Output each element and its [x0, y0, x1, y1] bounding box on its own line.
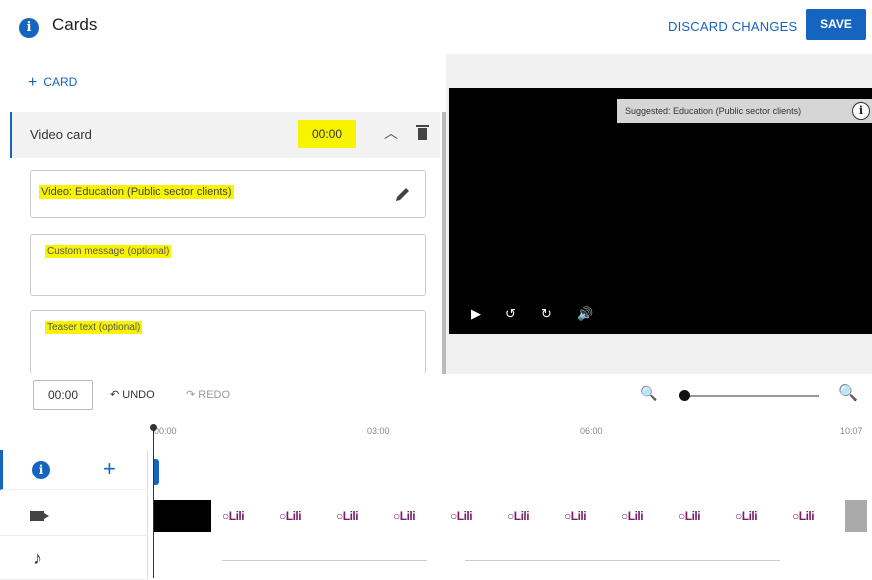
- timeline-end-handle[interactable]: [845, 500, 867, 532]
- thumbnail-logo: ○Lili: [678, 509, 701, 523]
- video-thumbnail: ○Lili: [668, 500, 725, 532]
- thumbnail-logo: ○Lili: [564, 509, 587, 523]
- thumbnail-logo: ○Lili: [507, 509, 530, 523]
- video-thumbnail: ○Lili: [440, 500, 497, 532]
- card-editor-panel: + CARD Video card 00:00 ︿ Video: Educatio…: [0, 54, 446, 374]
- zoom-slider-track[interactable]: [683, 395, 819, 397]
- audio-waveform: [465, 560, 780, 561]
- thumbnail-logo: ○Lili: [222, 509, 245, 523]
- redo-button[interactable]: ↷ REDO: [186, 388, 230, 401]
- thumbnail-logo: ○Lili: [450, 509, 473, 523]
- add-card-plus-icon[interactable]: +: [103, 456, 116, 482]
- video-thumbnail: [154, 500, 211, 532]
- plus-icon: +: [28, 74, 38, 91]
- custom-message-placeholder: Custom message (optional): [45, 245, 172, 258]
- card-type-label: Video card: [30, 127, 92, 142]
- thumbnail-logo: ○Lili: [279, 509, 302, 523]
- video-thumbnail: ○Lili: [383, 500, 440, 532]
- rewind-icon[interactable]: ↺: [505, 306, 516, 322]
- page-title: Cards: [52, 15, 98, 34]
- track-labels: i + ♪: [0, 450, 148, 580]
- undo-button[interactable]: ↶ UNDO: [110, 388, 155, 401]
- card-teaser-overlay[interactable]: Suggested: Education (Public sector clie…: [617, 99, 872, 123]
- video-player[interactable]: Suggested: Education (Public sector clie…: [449, 88, 872, 334]
- video-thumbnail: ○Lili: [326, 500, 383, 532]
- header-bar: i Cards DISCARD CHANGES SAVE: [0, 0, 872, 54]
- video-thumbnail: ○Lili: [212, 500, 269, 532]
- video-camera-icon: [30, 511, 49, 521]
- zoom-in-icon[interactable]: 🔍: [838, 383, 858, 403]
- play-icon[interactable]: ▶: [471, 306, 481, 322]
- timeline-toolbar: 00:00 ↶ UNDO ↷ REDO 🔍 🔍: [0, 374, 872, 420]
- video-field-value: Video: Education (Public sector clients): [39, 185, 234, 199]
- video-thumbnail: ○Lili: [497, 500, 554, 532]
- card-time-input[interactable]: 00:00: [298, 120, 356, 148]
- card-teaser-text: Suggested: Education (Public sector clie…: [625, 106, 802, 116]
- ruler-tick: 10:07: [840, 426, 863, 436]
- playhead-line[interactable]: [153, 424, 154, 578]
- video-thumbnail: ○Lili: [782, 500, 839, 532]
- music-note-icon: ♪: [33, 548, 42, 568]
- discard-changes-button[interactable]: DISCARD CHANGES: [668, 19, 797, 34]
- volume-icon[interactable]: 🔊: [577, 306, 593, 322]
- thumbnail-logo: ○Lili: [336, 509, 359, 523]
- timeline-ruler: 00:00 03:00 06:00 10:07: [0, 420, 872, 450]
- forward-icon[interactable]: ↻: [541, 306, 552, 322]
- zoom-slider-knob[interactable]: [679, 390, 690, 401]
- save-button[interactable]: SAVE: [806, 9, 866, 40]
- redo-label: REDO: [198, 389, 231, 401]
- thumbnail-logo: ○Lili: [621, 509, 644, 523]
- video-thumbnail: ○Lili: [269, 500, 326, 532]
- video-track-label: [0, 496, 148, 536]
- audio-track-label: ♪: [0, 540, 148, 580]
- chevron-up-icon[interactable]: ︿: [384, 123, 398, 143]
- add-card-label: CARD: [43, 75, 78, 89]
- pencil-icon[interactable]: [394, 185, 412, 203]
- undo-icon: ↶: [110, 389, 120, 401]
- ruler-tick: 00:00: [154, 426, 177, 436]
- audio-waveform: [222, 560, 427, 561]
- playhead-handle[interactable]: [150, 424, 157, 431]
- card-info-icon[interactable]: i: [852, 102, 870, 120]
- video-thumbnail: ○Lili: [725, 500, 782, 532]
- video-thumbnail: ○Lili: [611, 500, 668, 532]
- info-icon: i: [32, 461, 50, 479]
- teaser-text-field[interactable]: Teaser text (optional): [30, 310, 426, 374]
- thumbnail-logo: ○Lili: [393, 509, 416, 523]
- custom-message-field[interactable]: Custom message (optional): [30, 234, 426, 296]
- redo-icon: ↷: [186, 389, 196, 401]
- thumbnail-logo: ○Lili: [735, 509, 758, 523]
- teaser-text-placeholder: Teaser text (optional): [45, 321, 143, 334]
- video-thumbnail: ○Lili: [554, 500, 611, 532]
- thumbnail-logo: ○Lili: [792, 509, 815, 523]
- video-select-field[interactable]: Video: Education (Public sector clients): [30, 170, 426, 218]
- zoom-out-icon[interactable]: 🔍: [640, 385, 657, 402]
- undo-label: UNDO: [122, 389, 155, 401]
- ruler-tick: 03:00: [367, 426, 390, 436]
- video-card-header[interactable]: Video card 00:00 ︿: [10, 112, 440, 158]
- add-card-button[interactable]: + CARD: [28, 74, 77, 92]
- ruler-tick: 06:00: [580, 426, 603, 436]
- cards-track-label: i +: [0, 450, 148, 490]
- trash-icon[interactable]: [416, 125, 429, 141]
- timecode-input[interactable]: 00:00: [33, 380, 93, 410]
- info-icon[interactable]: i: [19, 18, 39, 38]
